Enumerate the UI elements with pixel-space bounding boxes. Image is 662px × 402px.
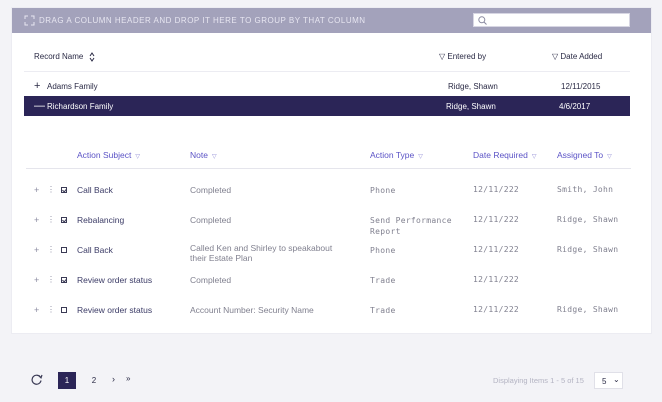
action-type: Phone [370, 186, 396, 195]
more-icon[interactable]: ⋮ [47, 215, 55, 224]
page-size-select[interactable]: 5 ⌄ [594, 372, 623, 389]
action-type: Trade [370, 306, 396, 315]
more-icon[interactable]: ⋮ [47, 185, 55, 194]
filter-icon[interactable]: ▽ [418, 154, 423, 160]
col-action-subject[interactable]: Action Subject ▽ [77, 150, 140, 160]
more-icon[interactable]: ⋮ [47, 275, 55, 284]
action-row[interactable]: + ⋮ Rebalancing Completed Send Performan… [12, 210, 651, 238]
checkbox[interactable] [61, 247, 67, 253]
action-subject[interactable]: Rebalancing [77, 215, 124, 225]
checkbox[interactable] [61, 187, 67, 193]
last-page-icon[interactable]: » [126, 374, 130, 383]
col-note[interactable]: Note ▽ [190, 150, 217, 160]
date-required: 12/11/222 [473, 215, 520, 224]
action-type: Phone [370, 246, 396, 255]
add-icon[interactable]: + [34, 245, 39, 255]
action-row[interactable]: + ⋮ Call Back Completed Phone 12/11/222 … [12, 180, 651, 208]
page-2-button[interactable]: 2 [85, 372, 103, 389]
date-required: 12/11/222 [473, 185, 520, 194]
collapse-icon[interactable]: — [34, 101, 45, 112]
entered-by: Ridge, Shawn [446, 102, 496, 111]
display-count: Displaying Items 1 - 5 of 15 [493, 376, 584, 385]
date-required: 12/11/222 [473, 305, 520, 314]
col-action-type[interactable]: Action Type ▽ [370, 150, 423, 160]
col-entered-by[interactable]: ▽ Entered by [439, 52, 486, 61]
page-size-value: 5 [602, 377, 607, 386]
search-icon [478, 16, 487, 25]
next-page-icon[interactable]: › [112, 374, 115, 384]
search-box[interactable] [473, 13, 630, 27]
group-by-bar[interactable]: DRAG A COLUMN HEADER AND DROP IT HERE TO… [12, 8, 651, 33]
record-row-selected[interactable]: — Richardson Family Ridge, Shawn 4/6/201… [24, 96, 630, 116]
date-added: 12/11/2015 [561, 82, 601, 91]
action-subject[interactable]: Call Back [77, 245, 113, 255]
checkbox[interactable] [61, 217, 67, 223]
more-icon[interactable]: ⋮ [47, 305, 55, 314]
action-note: Called Ken and Shirley to speakabout the… [190, 243, 333, 263]
col-date-added[interactable]: ▽ Date Added [552, 52, 602, 61]
filter-icon[interactable]: ▽ [212, 154, 217, 160]
action-type: Trade [370, 276, 396, 285]
record-row[interactable]: + Adams Family Ridge, Shawn 12/11/2015 [24, 76, 630, 96]
add-icon[interactable]: + [34, 275, 39, 285]
page-1-button[interactable]: 1 [58, 372, 76, 389]
action-subject[interactable]: Call Back [77, 185, 113, 195]
checkbox[interactable] [61, 277, 67, 283]
record-name: Richardson Family [47, 102, 114, 111]
action-note: Completed [190, 215, 232, 225]
record-name: Adams Family [47, 82, 98, 91]
action-row[interactable]: + ⋮ Call Back Called Ken and Shirley to … [12, 240, 651, 268]
action-row[interactable]: + ⋮ Review order status Account Number: … [12, 300, 651, 328]
filter-icon[interactable]: ▽ [607, 154, 612, 160]
assigned-to: Ridge, Shawn [557, 305, 619, 314]
filter-icon[interactable]: ▽ [135, 154, 140, 160]
refresh-icon[interactable] [30, 373, 43, 386]
assigned-to: Ridge, Shawn [557, 215, 619, 224]
divider [24, 71, 630, 72]
add-icon[interactable]: + [34, 185, 39, 195]
pager: 1 2 › » Displaying Items 1 - 5 of 15 5 ⌄ [0, 352, 662, 402]
col-assigned-to[interactable]: Assigned To ▽ [557, 150, 612, 160]
date-required: 12/11/222 [473, 275, 520, 284]
divider [26, 168, 631, 169]
filter-icon[interactable]: ▽ [552, 52, 558, 61]
assigned-to: Ridge, Shawn [557, 245, 619, 254]
action-note: Completed [190, 185, 232, 195]
filter-icon[interactable]: ▽ [439, 52, 445, 61]
filter-icon[interactable]: ▽ [532, 154, 537, 160]
chevron-down-icon: ⌄ [613, 375, 620, 384]
checkbox[interactable] [61, 307, 67, 313]
col-date-required[interactable]: Date Required ▽ [473, 150, 536, 160]
action-row[interactable]: + ⋮ Review order status Completed Trade … [12, 270, 651, 298]
sort-icon[interactable] [89, 52, 95, 62]
group-by-hint: DRAG A COLUMN HEADER AND DROP IT HERE TO… [39, 16, 366, 25]
expand-icon [24, 15, 35, 26]
assigned-to: Smith, John [557, 185, 614, 194]
add-icon[interactable]: + [34, 305, 39, 315]
entered-by: Ridge, Shawn [448, 82, 498, 91]
date-added: 4/6/2017 [559, 102, 591, 111]
search-input[interactable] [490, 15, 626, 25]
add-icon[interactable]: + [34, 215, 39, 225]
more-icon[interactable]: ⋮ [47, 245, 55, 254]
date-required: 12/11/222 [473, 245, 520, 254]
expand-icon[interactable]: + [34, 81, 40, 92]
action-subject[interactable]: Review order status [77, 275, 152, 285]
action-subject[interactable]: Review order status [77, 305, 152, 315]
action-note: Account Number: Security Name [190, 305, 314, 315]
col-record-name[interactable]: Record Name [34, 52, 83, 61]
action-type: Send Performance Report [370, 216, 452, 236]
action-note: Completed [190, 275, 232, 285]
grid-card: DRAG A COLUMN HEADER AND DROP IT HERE TO… [12, 8, 651, 333]
